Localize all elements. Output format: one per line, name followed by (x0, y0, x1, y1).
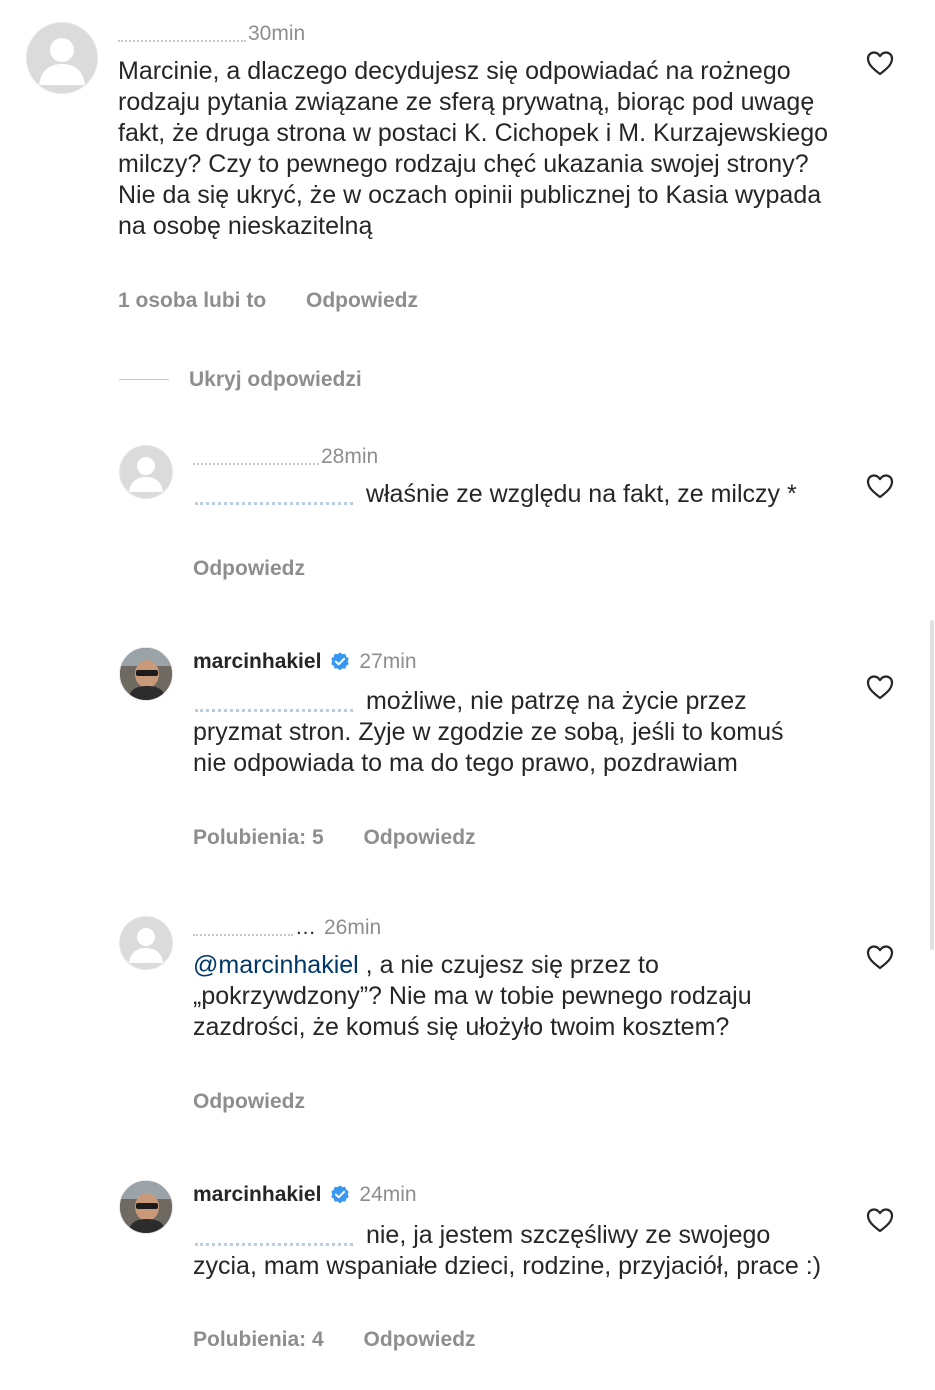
username-partial: … (295, 916, 316, 939)
reply-text: właśnie ze względu na fakt, ze milczy * (193, 479, 833, 510)
username[interactable]: marcinhakiel (193, 1183, 321, 1207)
reply-header: marcinhakiel 27min (193, 650, 417, 674)
hide-replies-button[interactable]: Ukryj odpowiedzi (189, 368, 362, 392)
redacted-username[interactable] (193, 449, 319, 465)
scrollbar[interactable] (930, 620, 934, 950)
likes-count[interactable]: Polubienia: 5 (193, 826, 324, 849)
default-avatar-icon[interactable] (26, 22, 98, 94)
reply-actions: Polubienia: 4 Odpowiedz (193, 1328, 510, 1352)
reply-time: 28min (321, 445, 379, 468)
heart-outline-icon[interactable] (866, 674, 894, 700)
reply-button[interactable]: Odpowiedz (364, 826, 476, 849)
reply-header: 28min (193, 445, 378, 469)
redacted-mention[interactable] (193, 691, 359, 713)
reply-text-content: właśnie ze względu na fakt, ze milczy * (365, 480, 797, 508)
username[interactable]: marcinhakiel (193, 650, 321, 674)
heart-outline-icon[interactable] (866, 944, 894, 970)
likes-count[interactable]: 1 osoba lubi to (118, 289, 266, 312)
reply-button[interactable]: Odpowiedz (193, 557, 305, 580)
user-avatar[interactable] (119, 647, 173, 701)
reply-text: nie, ja jestem szczęśliwy ze swojego zyc… (193, 1220, 833, 1282)
mention-link[interactable]: @marcinhakiel (193, 951, 359, 979)
reply-time: 26min (324, 916, 382, 939)
reply-header: marcinhakiel 24min (193, 1183, 417, 1207)
reply-text: @marcinhakiel , a nie czujesz się przez … (193, 950, 813, 1043)
comment-actions: 1 osoba lubi to Odpowiedz (118, 289, 452, 313)
default-avatar-icon[interactable] (119, 445, 173, 499)
comment-header: 30min (118, 22, 305, 46)
verified-badge-icon (331, 1185, 350, 1204)
reply-actions: Polubienia: 5 Odpowiedz (193, 826, 510, 850)
user-avatar[interactable] (119, 1180, 173, 1234)
reply-actions: Odpowiedz (193, 557, 339, 581)
comment-text: Marcinie, a dlaczego decydujesz się odpo… (118, 57, 829, 240)
reply-button[interactable]: Odpowiedz (193, 1090, 305, 1113)
reply-header: … 26min (193, 916, 381, 940)
comment-time: 30min (248, 22, 306, 45)
replies-divider (119, 379, 169, 380)
heart-outline-icon[interactable] (866, 50, 894, 76)
redacted-username[interactable] (118, 26, 246, 42)
heart-outline-icon[interactable] (866, 1207, 894, 1233)
default-avatar-icon[interactable] (119, 916, 173, 970)
reply-button[interactable]: Odpowiedz (306, 289, 418, 312)
redacted-username[interactable] (193, 920, 293, 936)
likes-count[interactable]: Polubienia: 4 (193, 1328, 324, 1351)
redacted-mention[interactable] (193, 1225, 359, 1247)
reply-text: możliwe, nie patrzę na życie przez pryzm… (193, 686, 813, 779)
reply-actions: Odpowiedz (193, 1090, 339, 1114)
redacted-mention[interactable] (193, 484, 359, 506)
reply-time: 24min (359, 1183, 417, 1206)
heart-outline-icon[interactable] (866, 473, 894, 499)
reply-time: 27min (359, 650, 417, 673)
reply-button[interactable]: Odpowiedz (364, 1328, 476, 1351)
verified-badge-icon (331, 652, 350, 671)
